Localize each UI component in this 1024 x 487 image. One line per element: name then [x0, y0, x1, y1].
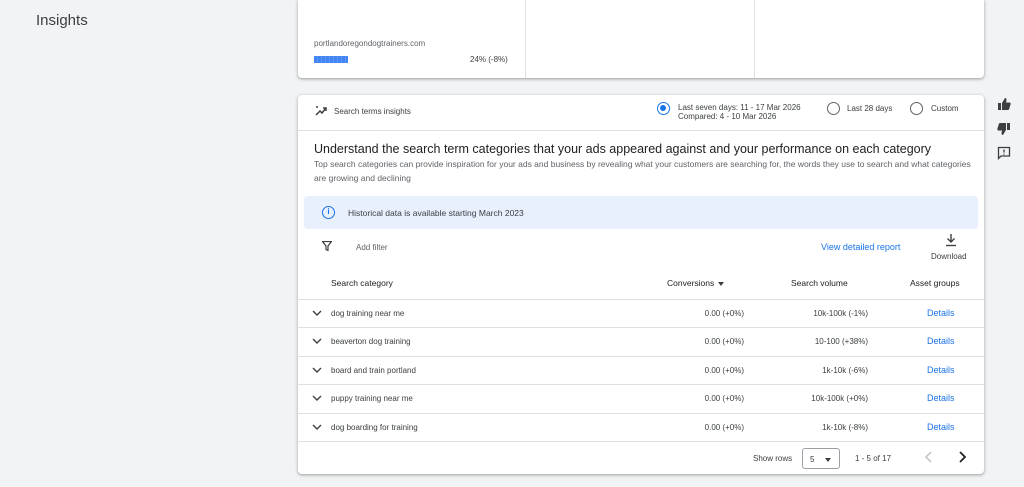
table-row: board and train portland 0.00 (+0%) 1k-1…: [298, 356, 984, 384]
row-details-link[interactable]: Details: [927, 422, 955, 432]
radio-label-last-seven-days[interactable]: Last seven days: 11 - 17 Mar 2026 Compar…: [678, 103, 801, 121]
row-details-link[interactable]: Details: [927, 393, 955, 403]
domain-label: portlandoregondogtrainers.com: [314, 39, 426, 48]
feedback-icon[interactable]: [997, 146, 1011, 160]
sort-descending-icon: [718, 281, 725, 286]
date-range-label: Last seven days: 11 - 17 Mar 2026: [678, 103, 801, 112]
column-header-asset-groups[interactable]: Asset groups: [910, 278, 960, 288]
trending-icon: [315, 106, 327, 116]
add-filter-button[interactable]: Add filter: [356, 243, 388, 252]
pagination-range: 1 - 5 of 17: [855, 454, 892, 463]
row-category: dog boarding for training: [331, 423, 418, 432]
card-title: Search terms insights: [334, 107, 411, 116]
column-header-search-category[interactable]: Search category: [331, 278, 393, 288]
row-search-volume: 1k-10k (-6%): [822, 366, 868, 375]
row-details-link[interactable]: Details: [927, 336, 955, 346]
row-category: beaverton dog training: [331, 337, 411, 346]
table-row: beaverton dog training 0.00 (+0%) 10-100…: [298, 327, 984, 355]
download-icon[interactable]: [945, 233, 957, 247]
info-banner: i Historical data is available starting …: [304, 196, 978, 229]
rows-per-page-select[interactable]: 5: [802, 448, 840, 469]
download-label[interactable]: Download: [931, 252, 967, 261]
radio-last-seven-days[interactable]: [657, 102, 670, 115]
view-detailed-report-link[interactable]: View detailed report: [821, 242, 900, 252]
radio-label-last-28-days[interactable]: Last 28 days: [847, 104, 892, 113]
row-conversions: 0.00 (+0%): [704, 366, 744, 375]
section-heading: Understand the search term categories th…: [314, 142, 932, 156]
summary-card: portlandoregondogtrainers.com 24% (-8%): [298, 0, 984, 78]
info-banner-text: Historical data is available starting Ma…: [348, 208, 524, 218]
row-conversions: 0.00 (+0%): [704, 394, 744, 403]
row-details-link[interactable]: Details: [927, 365, 955, 375]
row-search-volume: 1k-10k (-8%): [822, 423, 868, 432]
column-header-conversions-label: Conversions: [667, 278, 715, 288]
chevron-down-icon[interactable]: [312, 309, 322, 317]
show-rows-label: Show rows: [753, 454, 793, 463]
table-row: puppy training near me 0.00 (+0%) 10k-10…: [298, 384, 984, 412]
radio-custom[interactable]: [910, 102, 923, 115]
column-header-conversions[interactable]: Conversions: [667, 278, 725, 288]
row-category: puppy training near me: [331, 394, 413, 403]
radio-label-custom[interactable]: Custom: [931, 104, 959, 113]
rows-per-page-value: 5: [810, 455, 815, 464]
row-search-volume: 10k-100k (+0%): [811, 394, 868, 403]
row-category: dog training near me: [331, 309, 405, 318]
share-percent: 24% (-8%): [470, 55, 508, 64]
thumbs-down-icon[interactable]: [997, 122, 1011, 136]
summary-cell: portlandoregondogtrainers.com 24% (-8%): [298, 0, 526, 78]
row-conversions: 0.00 (+0%): [704, 337, 744, 346]
share-bar: [314, 56, 348, 63]
row-conversions: 0.00 (+0%): [704, 423, 744, 432]
info-icon: i: [322, 206, 335, 219]
chevron-left-icon[interactable]: [924, 451, 934, 463]
section-description: Top search categories can provide inspir…: [314, 159, 971, 183]
column-header-search-volume[interactable]: Search volume: [791, 278, 848, 288]
table-row: dog training near me 0.00 (+0%) 10k-100k…: [298, 299, 984, 327]
thumbs-up-icon[interactable]: [997, 97, 1011, 111]
card-header: Search terms insights Last seven days: 1…: [298, 95, 984, 131]
chevron-down-icon[interactable]: [312, 394, 322, 402]
chevron-right-icon[interactable]: [957, 451, 967, 463]
row-conversions: 0.00 (+0%): [704, 309, 744, 318]
row-search-volume: 10-100 (+38%): [814, 337, 868, 346]
page-title: Insights: [36, 12, 88, 29]
dropdown-arrow-icon: [825, 458, 831, 462]
table-row: dog boarding for training 0.00 (+0%) 1k-…: [298, 413, 984, 441]
row-category: board and train portland: [331, 366, 416, 375]
search-terms-insights-card: Search terms insights Last seven days: 1…: [298, 95, 984, 474]
row-search-volume: 10k-100k (-1%): [813, 309, 868, 318]
compared-range-label: Compared: 4 - 10 Mar 2026: [678, 112, 777, 121]
chevron-down-icon[interactable]: [312, 366, 322, 374]
radio-last-28-days[interactable]: [827, 102, 840, 115]
row-details-link[interactable]: Details: [927, 308, 955, 318]
summary-cell-empty: [526, 0, 755, 78]
chevron-down-icon[interactable]: [312, 423, 322, 431]
filter-icon[interactable]: [322, 241, 332, 251]
table-footer: Show rows 5 1 - 5 of 17: [298, 441, 984, 474]
chevron-down-icon[interactable]: [312, 337, 322, 345]
